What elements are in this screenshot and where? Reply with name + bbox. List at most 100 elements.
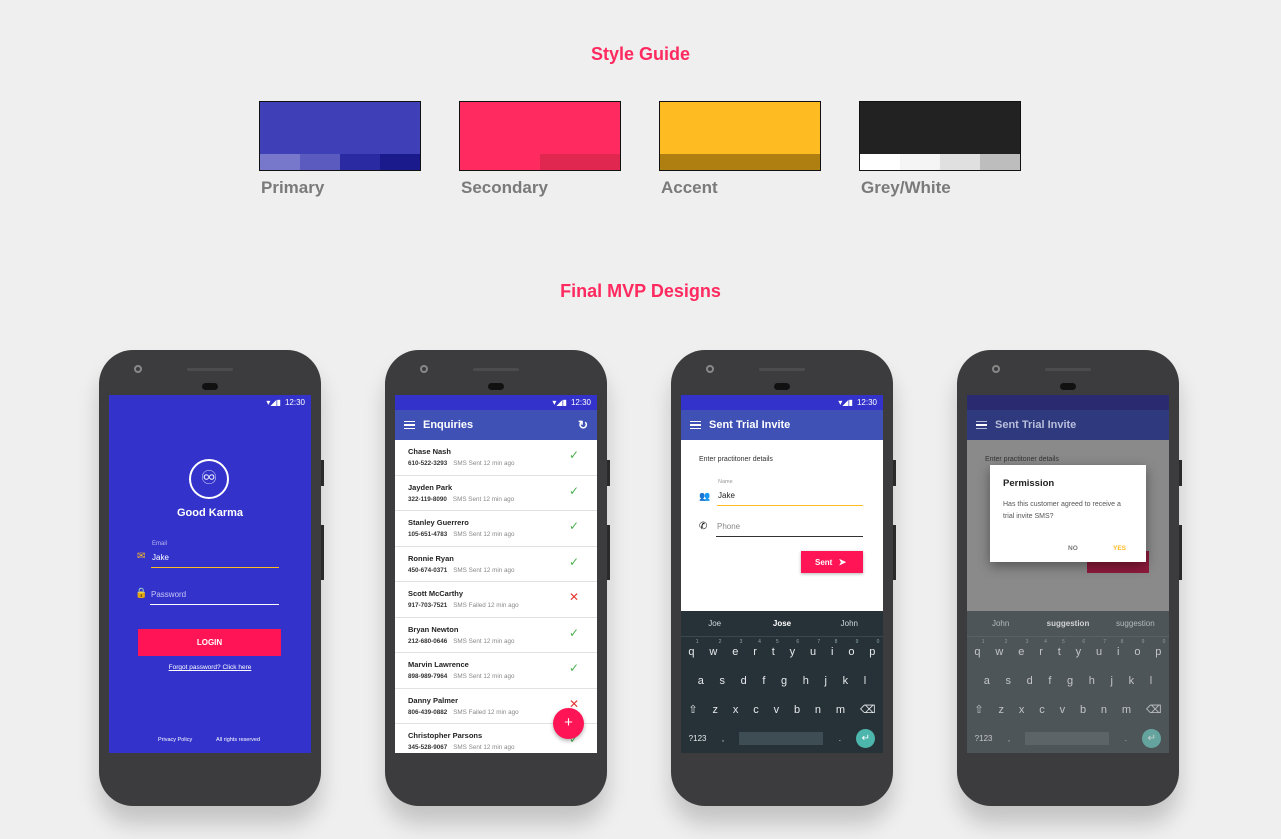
mail-icon: ✉ bbox=[137, 551, 146, 562]
sent-button[interactable]: Sent ➤ bbox=[801, 551, 863, 573]
yes-button[interactable]: YES bbox=[1113, 545, 1126, 552]
swatch-label: Primary bbox=[261, 178, 325, 197]
suggestion[interactable]: suggestion bbox=[1034, 619, 1101, 628]
space-bar[interactable] bbox=[739, 732, 824, 745]
period-key[interactable]: . bbox=[1125, 734, 1127, 743]
key[interactable]: d bbox=[741, 675, 747, 687]
shift-key-icon[interactable]: ⇧ bbox=[974, 703, 983, 716]
list-item[interactable]: Bryan Newton 212-680-0646 SMS Sent 12 min … bbox=[395, 618, 597, 653]
add-fab-button[interactable]: + bbox=[553, 708, 584, 739]
symbols-key[interactable]: ?123 bbox=[689, 734, 707, 743]
shift-key-icon[interactable]: ⇧ bbox=[688, 703, 697, 716]
comma-key[interactable]: , bbox=[722, 734, 724, 743]
backspace-key-icon[interactable]: ⌫ bbox=[1146, 703, 1162, 716]
key[interactable]: s bbox=[720, 675, 726, 687]
key[interactable]: x bbox=[733, 704, 739, 716]
key[interactable]: p0 bbox=[869, 639, 879, 658]
key[interactable]: i8 bbox=[1117, 639, 1123, 658]
suggestion[interactable]: John bbox=[816, 619, 883, 628]
key[interactable]: y6 bbox=[790, 639, 800, 658]
key[interactable]: x bbox=[1019, 704, 1025, 716]
key[interactable]: a bbox=[984, 675, 990, 687]
email-field[interactable]: Jake bbox=[151, 550, 279, 568]
list-item[interactable]: Marvin Lawrence 898-989-7964 SMS Sent 12 m… bbox=[395, 653, 597, 689]
key[interactable]: a bbox=[698, 675, 704, 687]
name-field[interactable]: Jake bbox=[717, 488, 863, 506]
key[interactable]: v bbox=[1060, 704, 1066, 716]
key[interactable]: q1 bbox=[688, 639, 698, 658]
key[interactable]: r4 bbox=[753, 639, 761, 658]
backspace-key-icon[interactable]: ⌫ bbox=[860, 703, 876, 716]
list-item[interactable]: Jayden Park 322-119-8090 SMS Sent 12 min a… bbox=[395, 476, 597, 511]
key[interactable]: w2 bbox=[709, 639, 721, 658]
key[interactable]: u7 bbox=[810, 639, 820, 658]
list-item[interactable]: Stanley Guerrero 105-651-4783 SMS Sent 12 … bbox=[395, 511, 597, 547]
key[interactable]: e3 bbox=[732, 639, 742, 658]
key[interactable]: k bbox=[843, 675, 849, 687]
key[interactable]: l bbox=[1150, 675, 1152, 687]
key[interactable]: j bbox=[1111, 675, 1113, 687]
suggestion[interactable]: Joe bbox=[681, 619, 748, 628]
key[interactable]: l bbox=[864, 675, 866, 687]
send-icon: ➤ bbox=[838, 557, 847, 567]
list-item[interactable]: Ronnie Ryan 450-674-0371 SMS Sent 12 min a… bbox=[395, 547, 597, 582]
menu-icon[interactable] bbox=[976, 421, 987, 429]
key[interactable]: y6 bbox=[1076, 639, 1086, 658]
swatch-main bbox=[260, 102, 420, 154]
key[interactable]: e3 bbox=[1018, 639, 1028, 658]
key[interactable]: t5 bbox=[1058, 639, 1065, 658]
key[interactable]: t5 bbox=[772, 639, 779, 658]
comma-key[interactable]: , bbox=[1008, 734, 1010, 743]
key[interactable]: z bbox=[999, 704, 1005, 716]
enter-key-icon[interactable]: ↵ bbox=[1142, 729, 1162, 748]
login-button[interactable]: LOGIN bbox=[138, 629, 281, 656]
key[interactable]: d bbox=[1027, 675, 1033, 687]
suggestion[interactable]: suggestion bbox=[1102, 619, 1169, 628]
key[interactable]: f bbox=[1048, 675, 1051, 687]
key[interactable]: u7 bbox=[1096, 639, 1106, 658]
key[interactable]: g bbox=[781, 675, 787, 687]
menu-icon[interactable] bbox=[404, 421, 415, 429]
key[interactable]: s bbox=[1006, 675, 1012, 687]
key[interactable]: w2 bbox=[995, 639, 1007, 658]
key[interactable]: h bbox=[803, 675, 809, 687]
key[interactable]: k bbox=[1129, 675, 1135, 687]
key[interactable]: g bbox=[1067, 675, 1073, 687]
key[interactable]: p0 bbox=[1155, 639, 1165, 658]
suggestion[interactable]: John bbox=[967, 619, 1034, 628]
symbols-key[interactable]: ?123 bbox=[975, 734, 993, 743]
key[interactable]: i8 bbox=[831, 639, 837, 658]
key[interactable]: v bbox=[774, 704, 780, 716]
key[interactable]: b bbox=[1080, 704, 1086, 716]
key[interactable]: m bbox=[836, 704, 845, 716]
list-item[interactable]: Scott McCarthy 917-703-7521 SMS Failed 12 … bbox=[395, 582, 597, 618]
menu-icon[interactable] bbox=[690, 421, 701, 429]
key[interactable]: m bbox=[1122, 704, 1131, 716]
password-field[interactable]: Password bbox=[150, 587, 279, 605]
key-row: ⇧ z x c v b n m ⌫ bbox=[967, 695, 1169, 724]
key[interactable]: f bbox=[762, 675, 765, 687]
key[interactable]: n bbox=[815, 704, 821, 716]
rights-text: All rights reserved bbox=[216, 737, 261, 743]
forgot-password-link[interactable]: Forgot password? Click here bbox=[109, 664, 311, 671]
privacy-link[interactable]: Privacy Policy bbox=[158, 737, 192, 743]
key[interactable]: h bbox=[1089, 675, 1095, 687]
no-button[interactable]: NO bbox=[1068, 545, 1078, 552]
key[interactable]: c bbox=[1039, 704, 1045, 716]
key[interactable]: q1 bbox=[974, 639, 984, 658]
phone-field[interactable]: Phone bbox=[716, 519, 863, 537]
key[interactable]: r4 bbox=[1039, 639, 1047, 658]
key[interactable]: b bbox=[794, 704, 800, 716]
key[interactable]: c bbox=[753, 704, 759, 716]
enter-key-icon[interactable]: ↵ bbox=[856, 729, 876, 748]
key[interactable]: j bbox=[825, 675, 827, 687]
list-item[interactable]: Chase Nash 610-522-3293 SMS Sent 12 min ag… bbox=[395, 440, 597, 476]
period-key[interactable]: . bbox=[839, 734, 841, 743]
suggestion[interactable]: Jose bbox=[748, 619, 815, 628]
key[interactable]: o9 bbox=[848, 639, 858, 658]
space-bar[interactable] bbox=[1025, 732, 1110, 745]
key[interactable]: z bbox=[713, 704, 719, 716]
key[interactable]: o9 bbox=[1134, 639, 1144, 658]
refresh-icon[interactable]: ↻ bbox=[578, 418, 588, 432]
key[interactable]: n bbox=[1101, 704, 1107, 716]
